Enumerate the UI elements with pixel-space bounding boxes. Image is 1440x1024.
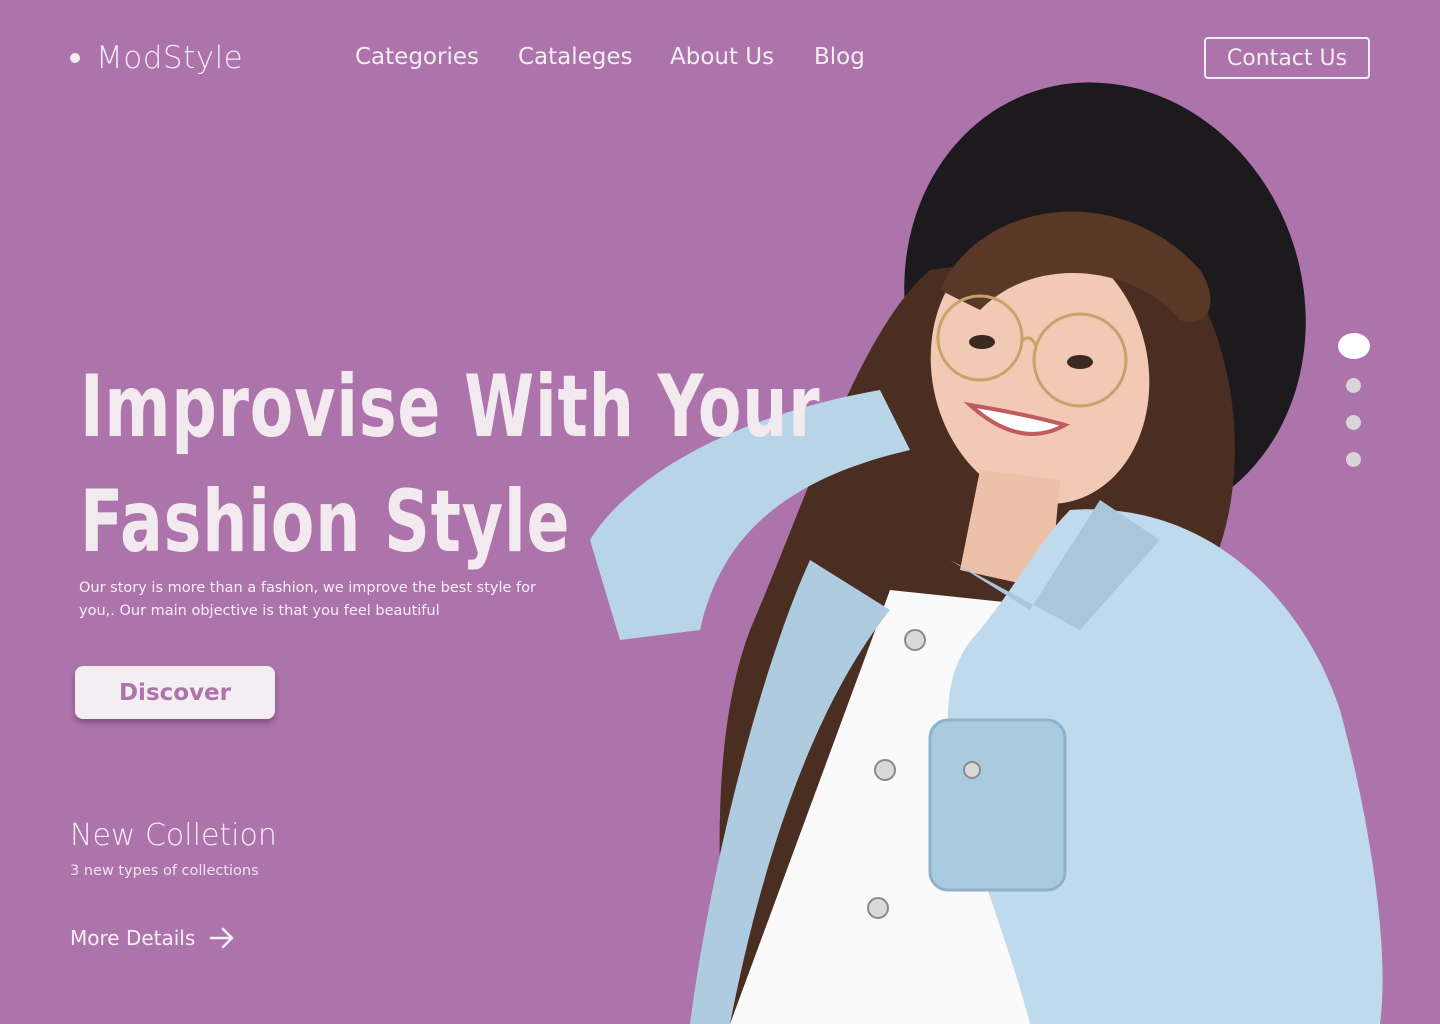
more-details-label: More Details	[70, 926, 196, 950]
main-nav: Categories Cataleges About Us Blog	[355, 44, 894, 70]
more-details-link[interactable]: More Details	[70, 926, 235, 950]
nav-item-catalogues[interactable]: Cataleges	[518, 44, 670, 70]
brand-logo[interactable]: ModStyle	[70, 40, 243, 76]
collection-title: New Colletion	[70, 818, 277, 853]
slider-pagination	[1338, 333, 1370, 473]
hero-headline-line-1: Improvise With Your	[80, 357, 821, 457]
brand-name: ModStyle	[96, 40, 244, 76]
slider-dot-3[interactable]	[1346, 415, 1361, 430]
slider-dot-4[interactable]	[1346, 452, 1361, 467]
slider-dot-1[interactable]	[1338, 333, 1370, 359]
slider-dot-2[interactable]	[1346, 378, 1361, 393]
arrow-right-icon	[209, 927, 234, 949]
hero-headline-line-2: Fashion Style	[80, 472, 571, 572]
hero-model-image	[590, 82, 1383, 1024]
nav-item-categories[interactable]: Categories	[355, 44, 518, 70]
hero-subtitle: Our story is more than a fashion, we imp…	[79, 580, 536, 619]
logo-dot-icon	[70, 53, 80, 63]
nav-item-blog[interactable]: Blog	[814, 44, 894, 70]
collection-subtitle: 3 new types of collections	[70, 863, 259, 879]
nav-item-about-us[interactable]: About Us	[670, 44, 814, 70]
discover-button[interactable]: Discover	[75, 666, 275, 719]
hero-headline: Improvise With Your Fashion Style	[80, 350, 821, 580]
